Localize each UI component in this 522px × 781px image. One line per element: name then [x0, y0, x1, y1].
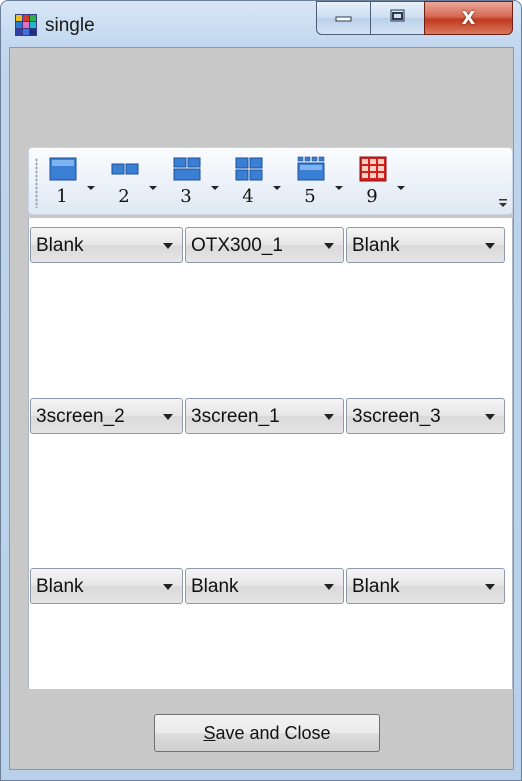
- chevron-down-icon: [324, 414, 334, 420]
- chevron-down-icon: [485, 243, 495, 249]
- maximize-icon: [389, 8, 407, 29]
- layout-3-icon: [173, 157, 201, 181]
- layout-4-label: 4: [242, 186, 254, 207]
- layout-1-button[interactable]: 1: [45, 154, 83, 210]
- layout-5-label: 5: [304, 186, 316, 207]
- chevron-down-icon: [485, 584, 495, 590]
- select-value: OTX300_1: [191, 235, 283, 256]
- caption-buttons: X: [316, 1, 513, 37]
- close-icon: X: [461, 7, 476, 29]
- save-and-close-button[interactable]: Save and Close: [154, 714, 380, 752]
- screen-select-r2c2[interactable]: 3screen_1: [185, 398, 344, 434]
- title-bar[interactable]: single X: [1, 1, 521, 47]
- layout-5-icon: [297, 156, 325, 181]
- app-grid-icon: [15, 14, 37, 36]
- select-value: 3screen_1: [191, 406, 280, 427]
- bottom-bar: Save and Close: [10, 689, 513, 769]
- layout-5-button[interactable]: 5: [293, 154, 331, 210]
- chevron-down-icon: [485, 414, 495, 420]
- layout-4-button[interactable]: 4: [231, 154, 269, 210]
- select-value: Blank: [352, 235, 400, 256]
- select-value: Blank: [191, 576, 239, 597]
- layout-3-button[interactable]: 3: [169, 154, 207, 210]
- layout-9-dropdown-arrow[interactable]: [397, 186, 405, 190]
- close-button[interactable]: X: [424, 1, 513, 35]
- screen-select-r1c2[interactable]: OTX300_1: [185, 227, 344, 263]
- layout-2-label: 2: [118, 186, 130, 207]
- layout-2-icon: [111, 163, 139, 175]
- layout-2-button[interactable]: 2: [107, 154, 145, 210]
- layout-9-icon: [359, 156, 387, 182]
- layout-3-dropdown-arrow[interactable]: [211, 186, 219, 190]
- layout-4-icon: [235, 157, 263, 181]
- screen-select-r2c3[interactable]: 3screen_3: [346, 398, 505, 434]
- layout-9-button[interactable]: 9: [355, 154, 393, 210]
- client-area: 1 2 3 4 5 9 Blank OTX300_1 Blank 3screen…: [9, 47, 514, 770]
- layout-4-dropdown-arrow[interactable]: [273, 186, 281, 190]
- chevron-down-icon: [163, 584, 173, 590]
- layout-2-dropdown-arrow[interactable]: [149, 186, 157, 190]
- select-value: Blank: [352, 576, 400, 597]
- window-title: single: [45, 15, 95, 36]
- minimize-button[interactable]: [316, 1, 371, 35]
- select-value: 3screen_3: [352, 406, 441, 427]
- screen-select-r3c2[interactable]: Blank: [185, 568, 344, 604]
- chevron-down-icon: [163, 414, 173, 420]
- layout-5-dropdown-arrow[interactable]: [335, 186, 343, 190]
- screen-select-r1c1[interactable]: Blank: [30, 227, 183, 263]
- screen-select-r3c1[interactable]: Blank: [30, 568, 183, 604]
- chevron-down-icon: [163, 243, 173, 249]
- select-value: Blank: [36, 576, 84, 597]
- layout-toolbar: 1 2 3 4 5 9: [28, 147, 513, 215]
- layout-1-label: 1: [56, 186, 68, 207]
- select-value: Blank: [36, 235, 84, 256]
- select-value: 3screen_2: [36, 406, 125, 427]
- minimize-icon: [335, 9, 353, 27]
- layout-1-icon: [49, 157, 77, 181]
- screen-select-r3c3[interactable]: Blank: [346, 568, 505, 604]
- save-button-mnemonic: S: [203, 722, 216, 743]
- layout-9-label: 9: [366, 186, 378, 207]
- toolbar-overflow-icon[interactable]: [498, 196, 508, 208]
- screen-select-r2c1[interactable]: 3screen_2: [30, 398, 183, 434]
- top-panel: [10, 48, 513, 146]
- toolbar-grip[interactable]: [35, 158, 38, 208]
- save-button-label: ave and Close: [215, 722, 331, 743]
- app-window: single X 1 2 3 4 5 9 Blank OTX300_1 Blan…: [0, 0, 522, 781]
- chevron-down-icon: [324, 243, 334, 249]
- layout-1-dropdown-arrow[interactable]: [87, 186, 95, 190]
- screen-select-r1c3[interactable]: Blank: [346, 227, 505, 263]
- screen-assignment-grid: Blank OTX300_1 Blank 3screen_2 3screen_1: [28, 218, 513, 737]
- chevron-down-icon: [324, 584, 334, 590]
- layout-3-label: 3: [180, 186, 192, 207]
- maximize-button[interactable]: [370, 1, 425, 35]
